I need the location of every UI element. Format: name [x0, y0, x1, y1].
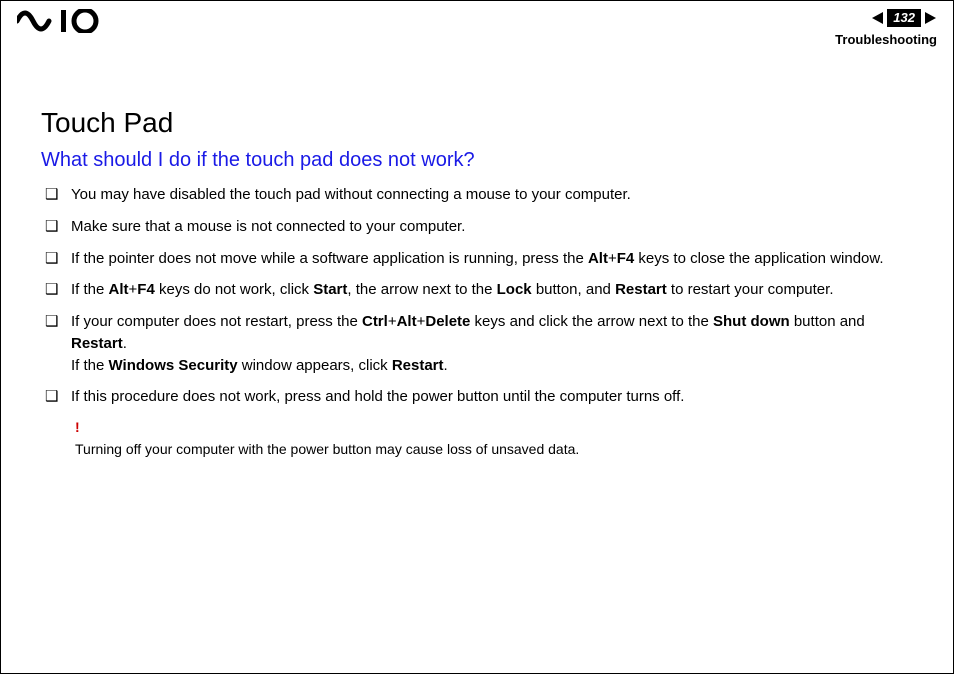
- next-page-button[interactable]: [923, 11, 937, 25]
- troubleshooting-list: You may have disabled the touch pad with…: [41, 184, 921, 408]
- question-heading: What should I do if the touch pad does n…: [41, 149, 921, 172]
- page-number: 132: [887, 9, 921, 27]
- list-item: If the pointer does not move while a sof…: [41, 248, 921, 270]
- prev-page-button[interactable]: [871, 11, 885, 25]
- header-right: 132 Troubleshooting: [797, 9, 937, 47]
- section-link[interactable]: Troubleshooting: [797, 32, 937, 47]
- document-page: 132 Troubleshooting Touch Pad What shoul…: [0, 0, 954, 674]
- page-header: 132 Troubleshooting: [1, 1, 953, 47]
- page-content: Touch Pad What should I do if the touch …: [1, 47, 953, 459]
- warning-text: Turning off your computer with the power…: [75, 441, 579, 457]
- list-item: Make sure that a mouse is not connected …: [41, 216, 921, 238]
- list-item: If your computer does not restart, press…: [41, 311, 921, 376]
- warning-icon: !: [75, 418, 921, 438]
- page-title: Touch Pad: [41, 107, 921, 139]
- page-navigator: 132: [871, 9, 937, 27]
- list-item: If this procedure does not work, press a…: [41, 386, 921, 408]
- list-item: If the Alt+F4 keys do not work, click St…: [41, 279, 921, 301]
- vaio-logo: [17, 9, 127, 33]
- list-item: You may have disabled the touch pad with…: [41, 184, 921, 206]
- warning-note: ! Turning off your computer with the pow…: [41, 418, 921, 459]
